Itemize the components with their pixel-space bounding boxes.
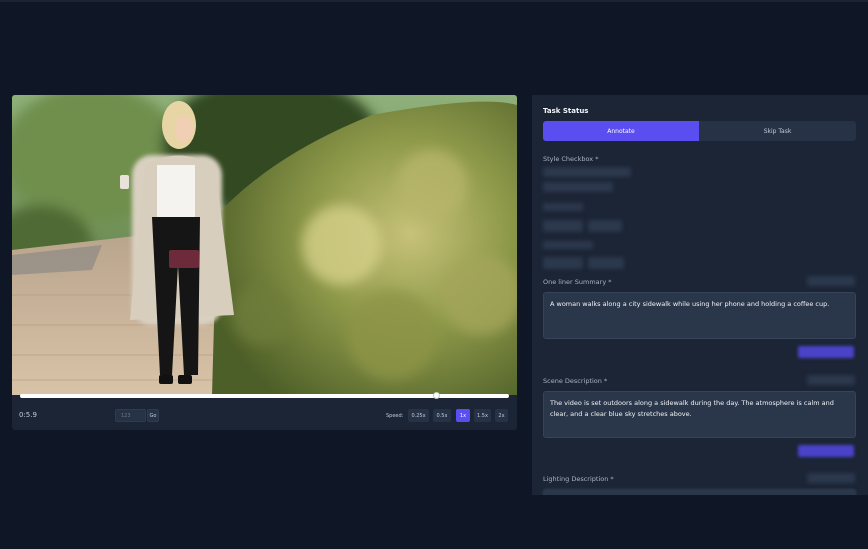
seek-bar[interactable] <box>20 392 509 399</box>
lighting-aux-control[interactable] <box>807 473 855 483</box>
video-frame-image <box>12 95 517 395</box>
task-panel: Task Status Annotate Skip Task Style Che… <box>532 95 868 495</box>
lighting-description-label: Lighting Description * <box>543 475 614 483</box>
top-border <box>0 0 868 2</box>
task-tab-bar: Annotate Skip Task <box>543 121 856 141</box>
video-frame[interactable] <box>12 95 517 395</box>
frame-input[interactable] <box>115 409 146 422</box>
seek-thumb[interactable] <box>432 392 440 399</box>
one-liner-label: One liner Summary * <box>543 278 612 286</box>
style-checkbox-option[interactable] <box>543 241 593 249</box>
speed-button-2x[interactable]: 2x <box>495 409 508 422</box>
style-checkbox-option[interactable] <box>543 220 583 232</box>
task-status-title: Task Status <box>543 107 589 115</box>
speed-button-0-5x[interactable]: 0.5x <box>433 409 451 422</box>
scene-action-button[interactable] <box>798 445 854 457</box>
one-liner-aux-control[interactable] <box>807 276 855 286</box>
one-liner-action-button[interactable] <box>798 346 854 358</box>
style-checkbox-label: Style Checkbox * <box>543 155 599 163</box>
style-checkbox-option[interactable] <box>588 257 624 269</box>
video-controls: 0:5.9 Go Speed: 0.25x 0.5x 1x 1.5x 2x <box>12 407 517 427</box>
video-player: 0:5.9 Go Speed: 0.25x 0.5x 1x 1.5x 2x <box>12 95 517 430</box>
scene-description-label: Scene Description * <box>543 377 608 385</box>
go-button[interactable]: Go <box>147 409 159 422</box>
scene-aux-control[interactable] <box>807 375 855 385</box>
annotate-tab[interactable]: Annotate <box>543 121 699 141</box>
style-checkbox-option[interactable] <box>543 182 613 192</box>
scene-description-textarea[interactable]: The video is set outdoors along a sidewa… <box>543 391 856 438</box>
speed-label: Speed: <box>386 413 404 419</box>
style-checkbox-option[interactable] <box>543 257 583 269</box>
speed-button-0-25x[interactable]: 0.25x <box>408 409 429 422</box>
one-liner-textarea[interactable]: A woman walks along a city sidewalk whil… <box>543 292 856 339</box>
current-time: 0:5.9 <box>19 411 37 419</box>
bottom-band <box>0 495 868 549</box>
style-checkbox-option[interactable] <box>543 167 631 177</box>
speed-button-1x[interactable]: 1x <box>456 409 470 422</box>
skip-task-tab[interactable]: Skip Task <box>699 121 856 141</box>
style-checkbox-option[interactable] <box>543 203 583 211</box>
speed-button-1-5x[interactable]: 1.5x <box>474 409 491 422</box>
style-checkbox-option[interactable] <box>588 220 622 232</box>
